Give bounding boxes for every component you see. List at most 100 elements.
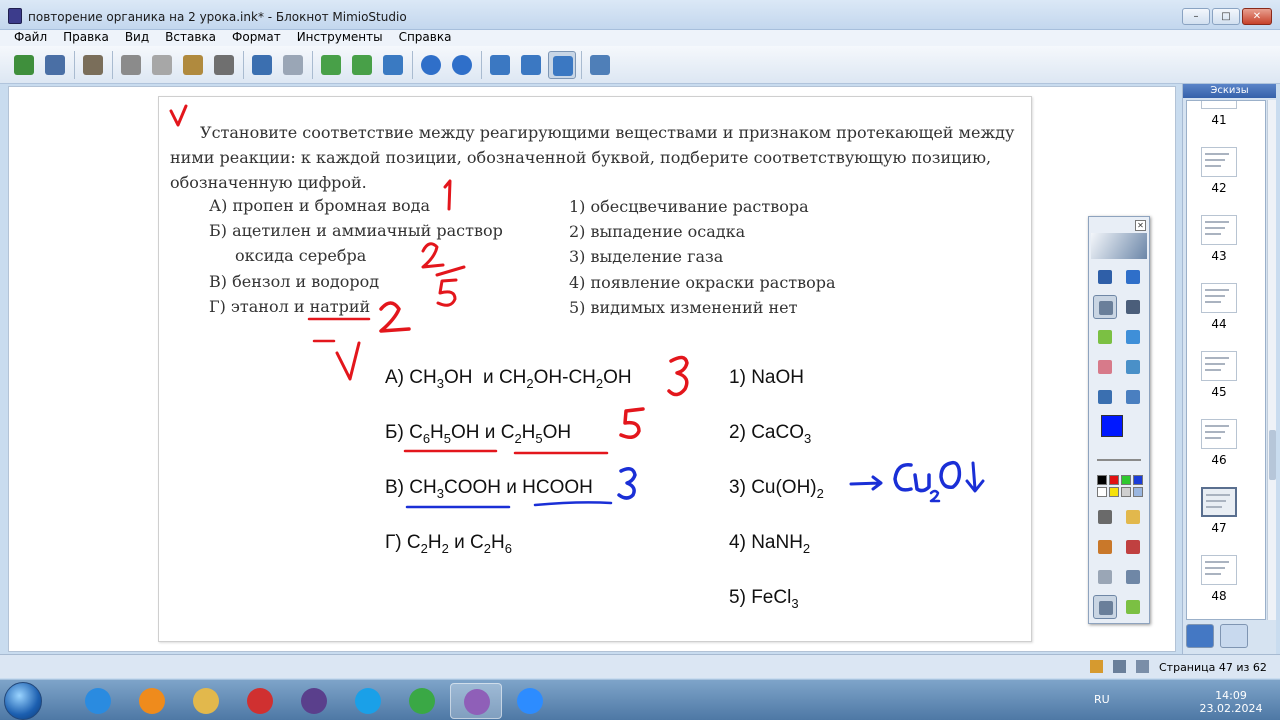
media-player-taskbar-button[interactable] xyxy=(126,683,178,719)
tools-palette: ✕ xyxy=(1088,216,1150,624)
color-swatch[interactable] xyxy=(1133,475,1143,485)
blue-cu2o-2 xyxy=(929,489,941,503)
fill-tool[interactable] xyxy=(1121,385,1145,409)
duplicate-page-icon xyxy=(352,54,372,75)
color-swatch[interactable] xyxy=(1097,487,1107,497)
color-swatch[interactable] xyxy=(1109,475,1119,485)
ccleaner-taskbar-button[interactable] xyxy=(234,683,286,719)
image-icon xyxy=(1126,360,1140,374)
menu-tools[interactable]: Инструменты xyxy=(297,30,383,46)
thumbnail-page[interactable] xyxy=(1201,419,1237,449)
gallery-tab-icon[interactable] xyxy=(1220,624,1248,648)
save-button[interactable] xyxy=(41,51,69,79)
shape-tool[interactable] xyxy=(1121,325,1145,349)
menu-insert[interactable]: Вставка xyxy=(165,30,216,46)
text-tool[interactable] xyxy=(1121,295,1145,319)
color-swatch[interactable] xyxy=(1121,475,1131,485)
zoom-out-button[interactable] xyxy=(517,51,545,79)
dropper-tool[interactable] xyxy=(1093,385,1117,409)
menu-file[interactable]: Файл xyxy=(14,30,47,46)
reagent-3: 3) Cu(OH)2 xyxy=(729,477,824,501)
eraser-tool[interactable] xyxy=(1093,355,1117,379)
scroll-knob[interactable] xyxy=(1269,430,1276,480)
gallery-tool-tool[interactable] xyxy=(1093,595,1117,619)
file-explorer-taskbar-button[interactable] xyxy=(180,683,232,719)
users-button[interactable] xyxy=(379,51,407,79)
copy-button[interactable] xyxy=(148,51,176,79)
thumbnail-page[interactable] xyxy=(1201,215,1237,245)
skype-taskbar-button[interactable] xyxy=(342,683,394,719)
toolbar-separator xyxy=(581,50,582,79)
record-tool[interactable] xyxy=(1093,535,1117,559)
zoom-fit-button[interactable] xyxy=(548,50,576,79)
next-page-button[interactable] xyxy=(448,51,476,79)
select-tool[interactable] xyxy=(1093,265,1117,289)
highlighter-tool[interactable] xyxy=(1093,325,1117,349)
cut-button[interactable] xyxy=(117,51,145,79)
maximize-button[interactable]: □ xyxy=(1212,8,1240,25)
menu-edit[interactable]: Правка xyxy=(63,30,109,46)
screen-capture-tool[interactable] xyxy=(1121,565,1145,589)
paste-button[interactable] xyxy=(179,51,207,79)
thumbnails-view-tab-icon[interactable] xyxy=(1186,624,1214,648)
tools-close-icon[interactable]: ✕ xyxy=(1135,220,1146,231)
print-button[interactable] xyxy=(79,51,107,79)
language-indicator[interactable]: RU xyxy=(1094,693,1110,706)
zoom-in-button[interactable] xyxy=(486,51,514,79)
thumbnails-scrollbar[interactable] xyxy=(1267,100,1276,620)
thumbnails-list[interactable]: 41 42 43 44 45 46 47 48 xyxy=(1186,100,1266,620)
import-tool[interactable] xyxy=(1121,595,1145,619)
mimio-studio-taskbar-button[interactable] xyxy=(450,683,502,719)
clock[interactable]: 14:09 23.02.2024 xyxy=(1196,689,1266,715)
screen-button[interactable] xyxy=(586,51,614,79)
color-swatch[interactable] xyxy=(1133,487,1143,497)
start-button-icon[interactable] xyxy=(4,682,42,720)
color-swatch[interactable] xyxy=(1121,487,1131,497)
pen-tool[interactable] xyxy=(1093,295,1117,319)
folder-tool-tool[interactable] xyxy=(1121,505,1145,529)
red-answer-5 xyxy=(619,407,645,439)
current-color-swatch[interactable] xyxy=(1101,415,1123,437)
red-slash xyxy=(435,265,466,277)
transparency-slider[interactable] xyxy=(1097,459,1141,461)
menu-format[interactable]: Формат xyxy=(232,30,281,46)
thumbnail-page[interactable] xyxy=(1201,147,1237,177)
undo-button[interactable] xyxy=(248,51,276,79)
thumbnail-page[interactable] xyxy=(1201,101,1237,109)
blue-arrow xyxy=(849,475,883,491)
thumbnail-page[interactable] xyxy=(1201,555,1237,585)
spotlight-tool[interactable] xyxy=(1121,535,1145,559)
lines-tool[interactable] xyxy=(1093,505,1117,529)
status-tools-icon[interactable] xyxy=(1136,660,1149,673)
status-page-icon[interactable] xyxy=(1090,660,1103,673)
thumbnail-page[interactable] xyxy=(1201,487,1237,517)
delete-button[interactable] xyxy=(210,51,238,79)
notebook-page[interactable]: Установите соответствие между реагирующи… xyxy=(158,96,1032,642)
zoom-tool[interactable] xyxy=(1121,265,1145,289)
chrome-taskbar-button[interactable] xyxy=(396,683,448,719)
formula-row-v: В) CH3COOH и HCOOH xyxy=(385,477,593,501)
reveal-tool[interactable] xyxy=(1093,565,1117,589)
color-swatch[interactable] xyxy=(1109,487,1119,497)
mimio-notebook-taskbar-button[interactable] xyxy=(288,683,340,719)
open-button[interactable] xyxy=(10,51,38,79)
number-option-1: 1) обесцвечивание раствора xyxy=(569,197,809,216)
menu-help[interactable]: Справка xyxy=(399,30,452,46)
delete-icon xyxy=(214,54,234,75)
internet-explorer-taskbar-button[interactable] xyxy=(72,683,124,719)
thumbnail-page[interactable] xyxy=(1201,351,1237,381)
previous-page-button[interactable] xyxy=(417,51,445,79)
color-swatch[interactable] xyxy=(1097,475,1107,485)
duplicate-page-button[interactable] xyxy=(348,51,376,79)
new-page-button[interactable] xyxy=(317,51,345,79)
minimize-button[interactable]: – xyxy=(1182,8,1210,25)
redo-button[interactable] xyxy=(279,51,307,79)
zoom-taskbar-button[interactable] xyxy=(504,683,556,719)
close-button[interactable]: ✕ xyxy=(1242,8,1272,25)
thumbnail-page[interactable] xyxy=(1201,283,1237,313)
image-tool[interactable] xyxy=(1121,355,1145,379)
formula-row-b: Б) C6H5OH и C2H5OH xyxy=(385,422,572,446)
status-pen-icon[interactable] xyxy=(1113,660,1126,673)
formula-row-g: Г) C2H2 и C2H6 xyxy=(385,532,512,556)
menu-view[interactable]: Вид xyxy=(125,30,149,46)
